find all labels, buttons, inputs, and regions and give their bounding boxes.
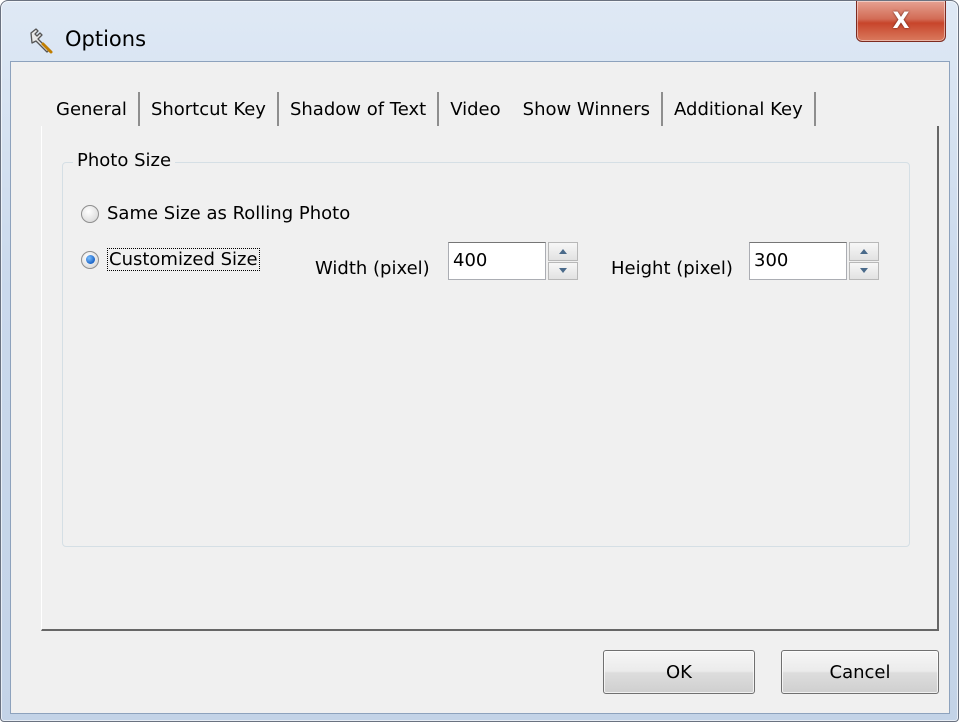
options-dialog: Options X General Shortcut Key Shadow of… xyxy=(0,0,959,722)
tab-additional-key[interactable]: Additional Key xyxy=(663,92,816,126)
radio-selected-dot xyxy=(85,255,95,264)
close-button[interactable]: X xyxy=(856,1,946,42)
radio-same-size-indicator[interactable] xyxy=(81,204,99,223)
radio-same-size[interactable]: Same Size as Rolling Photo xyxy=(81,203,350,224)
width-spinner: 400 xyxy=(448,242,578,280)
photo-size-group-label: Photo Size xyxy=(73,150,176,171)
width-spin-buttons xyxy=(548,242,578,280)
height-increment-button[interactable] xyxy=(849,242,879,261)
tab-shadow-of-text[interactable]: Shadow of Text xyxy=(279,92,440,126)
arrow-down-icon xyxy=(860,268,868,274)
height-label: Height (pixel) xyxy=(611,258,733,279)
radio-customized-size-indicator[interactable] xyxy=(81,250,99,269)
width-input[interactable]: 400 xyxy=(448,242,546,280)
arrow-down-icon xyxy=(559,268,567,274)
radio-customized-size-label: Customized Size xyxy=(107,248,260,271)
radio-customized-size[interactable]: Customized Size xyxy=(81,248,260,271)
tab-general[interactable]: General xyxy=(45,92,140,126)
cancel-button[interactable]: Cancel xyxy=(781,650,939,694)
arrow-up-icon xyxy=(559,248,567,254)
tab-show-winners[interactable]: Show Winners xyxy=(511,92,664,126)
ok-button[interactable]: OK xyxy=(603,650,755,694)
height-spin-buttons xyxy=(849,242,879,280)
tab-video[interactable]: Video xyxy=(439,92,511,126)
width-label: Width (pixel) xyxy=(315,258,430,279)
width-increment-button[interactable] xyxy=(548,242,578,261)
radio-same-size-label: Same Size as Rolling Photo xyxy=(107,203,351,224)
dialog-body: General Shortcut Key Shadow of Text Vide… xyxy=(10,61,950,714)
height-spinner: 300 xyxy=(749,242,879,280)
close-icon: X xyxy=(892,8,910,34)
tab-shortcut-key[interactable]: Shortcut Key xyxy=(140,92,279,126)
height-input[interactable]: 300 xyxy=(749,242,847,280)
arrow-up-icon xyxy=(860,248,868,254)
width-decrement-button[interactable] xyxy=(548,261,578,280)
height-decrement-button[interactable] xyxy=(849,261,879,280)
window-title: Options xyxy=(65,27,147,51)
tab-strip: General Shortcut Key Shadow of Text Vide… xyxy=(45,92,816,126)
wrench-icon xyxy=(27,27,55,55)
